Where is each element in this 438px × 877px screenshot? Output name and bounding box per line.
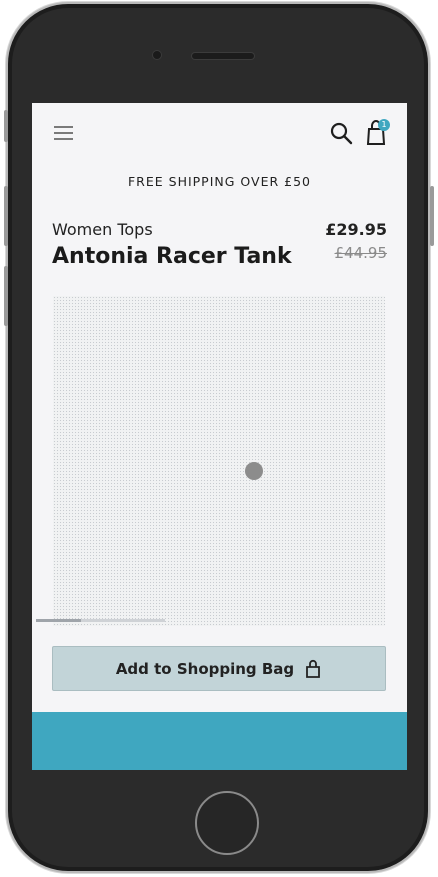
front-camera <box>153 51 161 59</box>
footer-accent-band <box>32 712 407 770</box>
volume-down-button <box>4 266 8 326</box>
product-original-price: £44.95 <box>334 244 388 262</box>
top-navigation-bar: 1 <box>32 103 407 165</box>
app-screen: 1 FREE SHIPPING OVER £50 Women Tops Anto… <box>32 103 407 770</box>
gallery-progress-fill <box>36 619 82 622</box>
search-icon[interactable] <box>329 121 353 145</box>
earpiece-speaker <box>192 53 254 59</box>
product-image-area[interactable] <box>53 296 385 626</box>
product-price: £29.95 <box>325 220 387 239</box>
add-to-shopping-bag-button[interactable]: Add to Shopping Bag <box>52 646 386 691</box>
menu-icon[interactable] <box>54 125 74 141</box>
free-shipping-banner: FREE SHIPPING OVER £50 <box>127 174 312 189</box>
mute-switch <box>4 110 8 142</box>
loading-indicator <box>245 462 263 480</box>
product-title: Antonia Racer Tank <box>52 244 292 269</box>
volume-up-button <box>4 186 8 246</box>
lock-icon <box>306 659 321 678</box>
bag-count-badge: 1 <box>378 119 390 131</box>
product-category: Women Tops <box>52 220 153 239</box>
power-button <box>430 186 434 246</box>
add-to-bag-label: Add to Shopping Bag <box>115 659 295 678</box>
home-button[interactable] <box>195 791 259 855</box>
